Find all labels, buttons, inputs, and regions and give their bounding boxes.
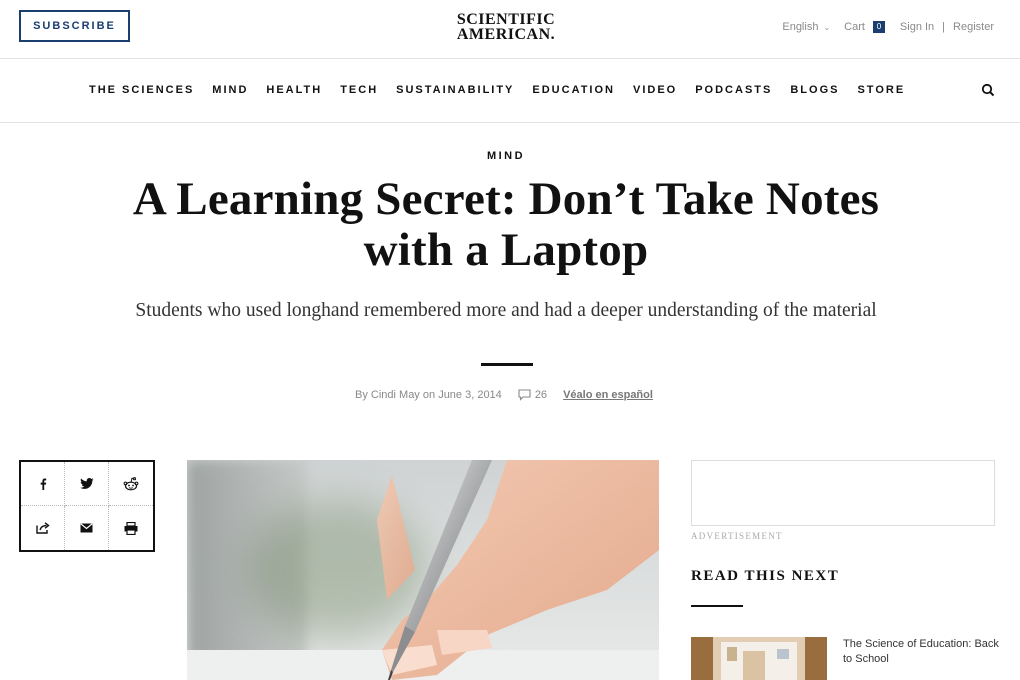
advertisement-box[interactable]	[691, 460, 995, 526]
advertisement-label: ADVERTISEMENT	[691, 531, 783, 541]
nav-item-video[interactable]: VIDEO	[633, 83, 677, 97]
link-separator: |	[942, 21, 946, 33]
main-nav: THE SCIENCES MIND HEALTH TECH SUSTAINABI…	[0, 59, 1020, 123]
register-link[interactable]: Register	[953, 21, 994, 33]
comment-icon	[518, 389, 531, 401]
nav-item-mind[interactable]: MIND	[212, 83, 248, 97]
read-next-divider	[691, 605, 743, 607]
article-headline: A Learning Secret: Don’t Take Notes with…	[132, 173, 880, 276]
nav-item-tech[interactable]: TECH	[340, 83, 378, 97]
language-selector[interactable]: English ⌄	[782, 21, 830, 33]
reddit-icon[interactable]	[109, 462, 153, 506]
publish-date: June 3, 2014	[438, 389, 502, 401]
twitter-icon[interactable]	[65, 462, 109, 506]
author-link[interactable]: Cindi May	[371, 389, 420, 401]
hand-holding-pen-illustration	[187, 460, 659, 680]
classroom-photo	[691, 637, 827, 680]
nav-item-store[interactable]: STORE	[857, 83, 905, 97]
byline: By Cindi May on June 3, 2014 26 Véalo en…	[355, 388, 653, 402]
nav-item-the-sciences[interactable]: THE SCIENCES	[89, 83, 194, 97]
read-next-item-title[interactable]: The Science of Education: Back to School	[843, 637, 1003, 667]
sign-in-link[interactable]: Sign In	[900, 21, 934, 33]
read-next-heading: READ THIS NEXT	[691, 568, 840, 584]
language-label: English	[782, 21, 819, 33]
site-logo[interactable]: SCIENTIFIC AMERICAN.	[430, 11, 582, 43]
chevron-down-icon: ⌄	[823, 22, 831, 32]
nav-item-health[interactable]: HEALTH	[266, 83, 322, 97]
cart-link[interactable]: Cart 0	[844, 21, 885, 33]
nav-item-blogs[interactable]: BLOGS	[790, 83, 839, 97]
share-tools	[19, 460, 155, 552]
email-icon[interactable]	[65, 506, 109, 550]
cart-count-badge: 0	[872, 21, 885, 33]
article-section-label[interactable]: MIND	[0, 150, 1012, 162]
nav-item-podcasts[interactable]: PODCASTS	[695, 83, 772, 97]
search-icon[interactable]	[981, 83, 995, 97]
nav-item-sustainability[interactable]: SUSTAINABILITY	[396, 83, 514, 97]
share-icon[interactable]	[21, 506, 65, 550]
cart-label: Cart	[844, 21, 865, 33]
byline-by: By	[355, 389, 368, 401]
subscribe-button[interactable]: SUBSCRIBE	[19, 10, 130, 42]
headline-divider	[481, 363, 533, 366]
spanish-version-link[interactable]: Véalo en español	[563, 389, 653, 401]
utility-links: English ⌄ Cart 0 Sign In | Register	[782, 19, 994, 35]
nav-item-education[interactable]: EDUCATION	[532, 83, 615, 97]
logo-line-2: AMERICAN.	[456, 26, 556, 43]
nav-items: THE SCIENCES MIND HEALTH TECH SUSTAINABI…	[89, 83, 923, 97]
byline-on: on	[422, 389, 436, 401]
read-next-thumbnail[interactable]	[691, 637, 827, 680]
print-icon[interactable]	[109, 506, 153, 550]
facebook-icon[interactable]	[21, 462, 65, 506]
hero-image	[187, 460, 659, 680]
logo-line-1: SCIENTIFIC	[456, 11, 556, 28]
article-dek: Students who used longhand remembered mo…	[135, 300, 877, 321]
top-header: SUBSCRIBE SCIENTIFIC AMERICAN. English ⌄…	[0, 0, 1020, 59]
comments-link[interactable]: 26	[518, 389, 547, 401]
comment-count: 26	[534, 389, 548, 401]
